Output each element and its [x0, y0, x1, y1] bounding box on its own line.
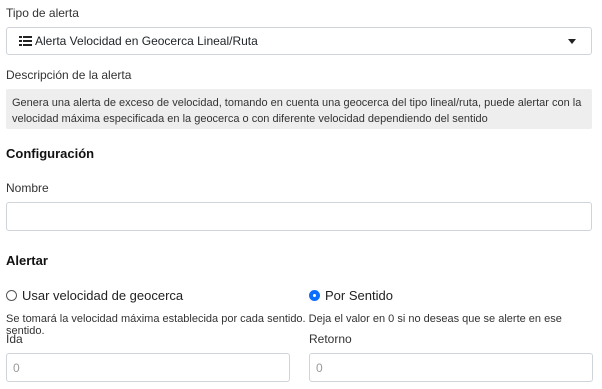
alert-type-label: Tipo de alerta [6, 6, 79, 20]
description-line-2: velocidad máxima especificada en la geoc… [12, 113, 488, 125]
ida-input[interactable] [6, 353, 290, 382]
radio-by-direction-label: Por Sentido [325, 288, 393, 303]
alert-type-select[interactable]: Alerta Velocidad en Geocerca Lineal/Ruta [6, 27, 592, 55]
alert-heading: Alertar [6, 253, 48, 268]
radio-geofence-speed-label: Usar velocidad de geocerca [22, 288, 184, 303]
description-box: Genera una alerta de exceso de velocidad… [6, 89, 592, 129]
list-icon [19, 36, 32, 46]
name-input[interactable] [6, 202, 592, 231]
direction-hint: Se tomará la velocidad máxima establecid… [6, 313, 562, 337]
retorno-input[interactable] [309, 353, 593, 382]
description-line-1: Genera una alerta de exceso de velocidad… [12, 97, 582, 109]
alert-type-selected-value: Alerta Velocidad en Geocerca Lineal/Ruta [35, 34, 258, 48]
config-heading: Configuración [6, 146, 95, 161]
retorno-label: Retorno [309, 332, 352, 346]
radio-option-geofence-speed[interactable]: Usar velocidad de geocerca [6, 288, 183, 303]
radio-by-direction[interactable] [309, 290, 320, 301]
radio-geofence-speed[interactable] [6, 290, 17, 301]
ida-label: Ida [6, 332, 23, 346]
name-label: Nombre [6, 181, 49, 195]
description-label: Descripción de la alerta [6, 68, 132, 82]
radio-option-by-direction[interactable]: Por Sentido [309, 288, 393, 303]
caret-down-icon[interactable] [568, 39, 576, 44]
